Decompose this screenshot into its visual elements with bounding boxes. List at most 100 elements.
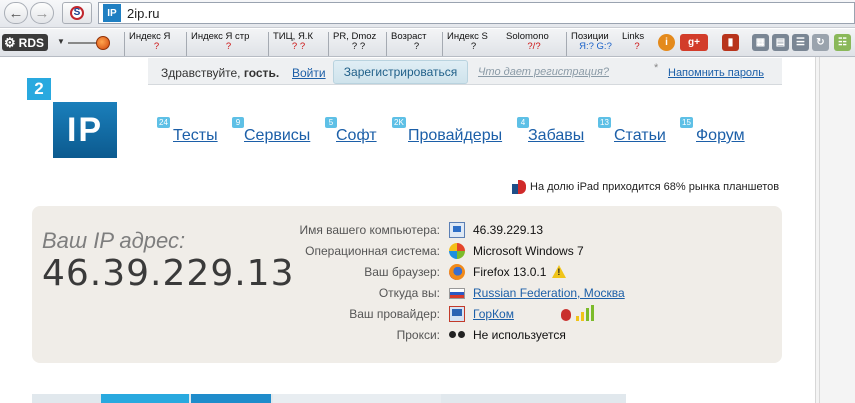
- seo-item-value: ?/?: [527, 41, 541, 52]
- menu-count-badge: 9: [232, 117, 244, 128]
- news-text[interactable]: На долю iPad приходится 68% рынка планше…: [530, 181, 779, 193]
- menu-label[interactable]: Забавы: [528, 127, 584, 145]
- seo-item-value: ?: [225, 41, 232, 52]
- seo-pr-dmoz[interactable]: PR, Dmoz ? ?: [328, 32, 384, 56]
- arrow-left-icon: ←: [8, 4, 24, 22]
- info-row-browser: Ваш браузер: Firefox 13.0.1!: [32, 262, 782, 282]
- stop-extension-button[interactable]: S: [62, 2, 92, 24]
- url-text[interactable]: 2ip.ru: [127, 6, 160, 21]
- rds-label: RDS: [18, 35, 44, 50]
- bug-icon[interactable]: [561, 309, 571, 321]
- provider-extras: [561, 305, 594, 321]
- seo-tic-yaca[interactable]: ТИЦ, Я.К ? ?: [268, 32, 324, 56]
- login-link[interactable]: Войти: [292, 66, 326, 80]
- greeting-user: гость.: [243, 66, 280, 80]
- menu-label[interactable]: Сервисы: [244, 127, 310, 145]
- info-row-proxy: Прокси: Не используется: [32, 325, 782, 345]
- rds-button[interactable]: ⚙ RDS: [2, 34, 48, 51]
- menu-label[interactable]: Провайдеры: [408, 127, 502, 145]
- layout-tool-icon[interactable]: ▤: [772, 34, 789, 51]
- slider-track: [68, 42, 98, 44]
- gear-icon: ⚙: [4, 34, 16, 50]
- info-label: Имя вашего компьютера:: [299, 223, 440, 237]
- bottom-tab[interactable]: [191, 394, 271, 403]
- info-value: Не используется: [473, 328, 566, 342]
- logo-number: 2: [27, 78, 51, 100]
- seo-item-value: ? ?: [291, 41, 306, 52]
- news-headline[interactable]: На долю iPad приходится 68% рынка планше…: [512, 180, 779, 194]
- seo-positions[interactable]: Позиции Я:? G:?: [566, 32, 620, 56]
- info-label: Ваш провайдер:: [349, 307, 440, 321]
- seo-item-label: Возраст: [391, 31, 427, 42]
- slider-knob[interactable]: [96, 36, 110, 50]
- grid-tool-icon[interactable]: ▦: [752, 34, 769, 51]
- forward-button[interactable]: →: [30, 2, 54, 24]
- seo-index-yandex[interactable]: Индекс Я ?: [124, 32, 184, 56]
- site-logo[interactable]: 2 IP: [27, 78, 119, 160]
- ip-info-panel: Ваш IP адрес: 46.39.229.13 Имя вашего ко…: [32, 206, 782, 363]
- warning-icon[interactable]: !: [552, 265, 567, 278]
- info-row-provider: Ваш провайдер: ГорКом: [32, 304, 782, 324]
- browser-navbar: ← → S IP 2ip.ru: [0, 0, 855, 28]
- info-value: 46.39.229.13: [473, 223, 544, 237]
- info-value: Firefox 13.0.1!: [473, 265, 567, 279]
- menu-count-badge: 24: [157, 117, 170, 128]
- greeting-prefix: Здравствуйте,: [161, 66, 241, 80]
- back-button[interactable]: ←: [4, 2, 28, 24]
- settings-tool-icon[interactable]: ☰: [792, 34, 809, 51]
- signal-bars-icon[interactable]: [576, 305, 594, 321]
- chevron-down-icon[interactable]: ▼: [57, 37, 65, 46]
- bottom-tab[interactable]: [101, 394, 189, 403]
- news-logo-icon: [512, 180, 526, 194]
- site-favicon-icon: IP: [103, 4, 121, 22]
- register-button[interactable]: Зарегистрироваться: [333, 60, 468, 84]
- bottom-tabs: [32, 394, 626, 403]
- stats-chart-icon[interactable]: ▮: [722, 34, 739, 51]
- feed-icon[interactable]: ☷: [834, 34, 851, 51]
- info-row-os: Операционная система: Microsoft Windows …: [32, 241, 782, 261]
- auth-bar: Здравствуйте, гость. Войти Зарегистриров…: [148, 58, 782, 85]
- provider-link[interactable]: ГорКом: [473, 307, 514, 321]
- menu-count-badge: 15: [680, 117, 693, 128]
- seo-toolbar: ⚙ RDS ▼ Индекс Я ? Индекс Я стр ? ТИЦ, Я…: [0, 29, 855, 57]
- seo-item-value: ?: [470, 41, 477, 52]
- info-row-location: Откуда вы: Russian Federation, Москва: [32, 283, 782, 303]
- star-mark: *: [654, 62, 659, 74]
- russia-flag-icon: [449, 288, 465, 299]
- google-plus-icon[interactable]: g+: [680, 34, 708, 51]
- seo-age[interactable]: Возраст ?: [386, 32, 442, 56]
- menu-label[interactable]: Тесты: [173, 127, 218, 145]
- remind-password-link[interactable]: Напомнить пароль: [668, 67, 764, 79]
- warning-mark: !: [557, 267, 561, 277]
- browser-version: Firefox 13.0.1: [473, 265, 547, 279]
- seo-index-s[interactable]: Индекс S ?: [442, 32, 500, 56]
- location-link[interactable]: Russian Federation, Москва: [473, 286, 625, 300]
- info-value: Microsoft Windows 7: [473, 244, 584, 258]
- seo-item-value: ? ?: [351, 41, 366, 52]
- address-bar[interactable]: IP 2ip.ru: [98, 2, 855, 24]
- seo-item-label: Индекс Я: [129, 31, 171, 42]
- isp-icon: [449, 306, 465, 322]
- refresh-icon[interactable]: ↻: [812, 34, 829, 51]
- seo-item-label: Индекс S: [447, 31, 488, 42]
- bottom-tab[interactable]: [273, 394, 441, 403]
- seo-links[interactable]: Links ?: [618, 32, 652, 56]
- greeting-text: Здравствуйте, гость.: [161, 66, 279, 80]
- seo-solomono[interactable]: Solomono ?/?: [502, 32, 562, 56]
- seo-item-value: ?: [634, 41, 640, 52]
- seo-index-yandex-pages[interactable]: Индекс Я стр ?: [186, 32, 266, 56]
- why-register-link[interactable]: Что дает регистрация?: [478, 66, 609, 78]
- monitor-icon: [449, 222, 465, 238]
- arrow-right-icon: →: [34, 4, 50, 22]
- seo-item-value: ?: [413, 41, 420, 52]
- menu-label[interactable]: Софт: [336, 127, 377, 145]
- windows-icon: [449, 243, 465, 259]
- info-label: Прокси:: [396, 328, 440, 342]
- menu-label[interactable]: Статьи: [614, 127, 666, 145]
- menu-label[interactable]: Форум: [696, 127, 745, 145]
- rds-toggle-slider[interactable]: [68, 36, 110, 50]
- info-icon[interactable]: i: [658, 34, 675, 51]
- seo-item-label: Индекс Я стр: [191, 31, 250, 42]
- seo-item-label: Links: [622, 31, 645, 42]
- info-label: Ваш браузер:: [364, 265, 440, 279]
